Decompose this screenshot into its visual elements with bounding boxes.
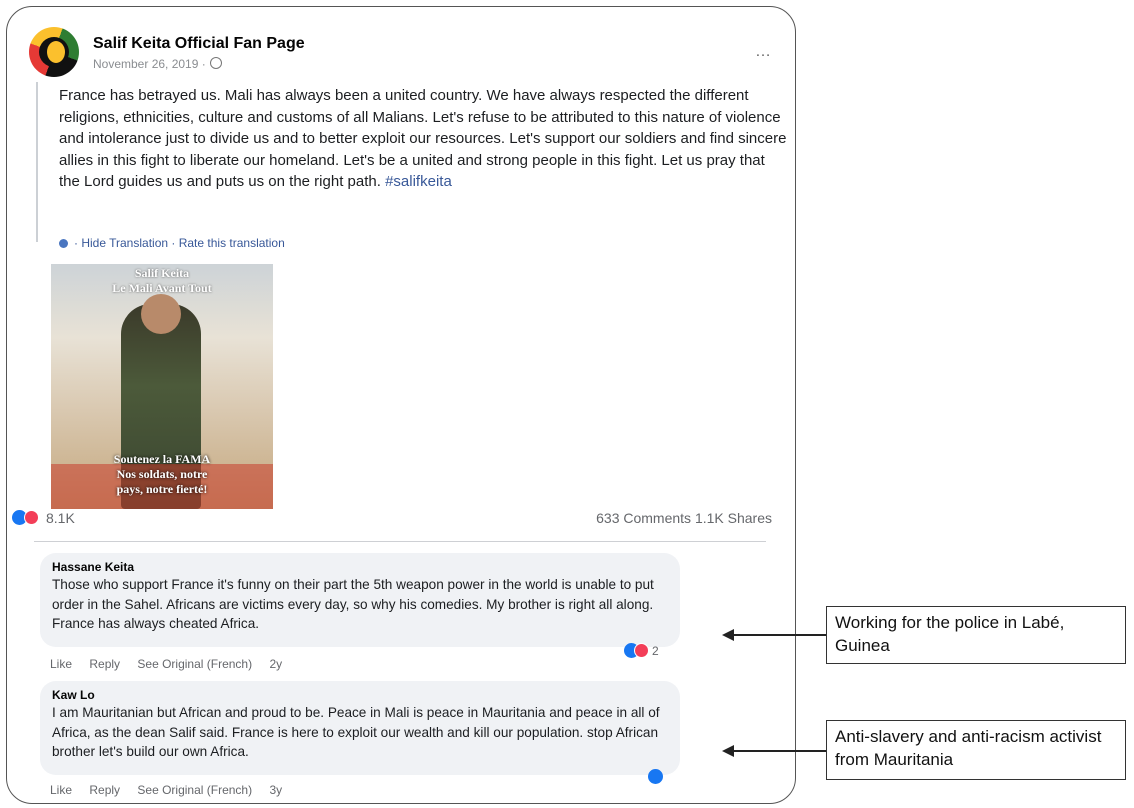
page-avatar[interactable]: [29, 27, 79, 77]
post-date[interactable]: November 26, 2019 ·: [93, 57, 222, 71]
translation-links[interactable]: · Hide Translation · Rate this translati…: [59, 236, 285, 250]
reply-button[interactable]: Reply: [89, 783, 120, 797]
reaction-count[interactable]: 8.1K: [46, 510, 75, 526]
translation-bar: [36, 82, 38, 242]
avatar-inner-face: [47, 41, 65, 63]
like-button[interactable]: Like: [50, 657, 72, 671]
comment-bubble: Kaw Lo I am Mauritanian but African and …: [40, 681, 680, 775]
see-original-link[interactable]: See Original (French): [137, 657, 252, 671]
comment-author[interactable]: Kaw Lo: [52, 688, 668, 702]
love-reaction-icon: [24, 510, 39, 525]
reaction-row: 8.1K 633 Comments 1.1K Shares: [12, 508, 772, 528]
comment-reactions[interactable]: [648, 768, 663, 786]
like-reaction-icon: [648, 769, 663, 785]
comment-author[interactable]: Hassane Keita: [52, 560, 668, 574]
hashtag-link[interactable]: #salifkeita: [385, 173, 452, 190]
like-button[interactable]: Like: [50, 783, 72, 797]
post-date-text: November 26, 2019 ·: [93, 57, 206, 71]
post-image[interactable]: Salif Keita Le Mali Avant Tout Soutenez …: [51, 264, 273, 509]
see-original-link[interactable]: See Original (French): [137, 783, 252, 797]
annotation-box: Anti-slavery and anti-racism activist fr…: [826, 720, 1126, 780]
reply-button[interactable]: Reply: [89, 657, 120, 671]
comment-text: I am Mauritanian but African and proud t…: [52, 705, 660, 759]
annotation-arrowhead: [722, 745, 734, 757]
comment-age[interactable]: 3y: [269, 783, 282, 797]
annotation-arrow: [734, 750, 826, 752]
image-caption-top: Salif Keita Le Mali Avant Tout: [112, 266, 212, 295]
translation-links-text: · Hide Translation · Rate this translati…: [74, 236, 285, 250]
annotation-arrow: [734, 634, 826, 636]
comment-bubble: Hassane Keita Those who support France i…: [40, 553, 680, 647]
image-caption-bottom: Soutenez la FAMA Nos soldats, notre pays…: [113, 452, 211, 496]
image-head: [141, 294, 181, 334]
comment-actions: Like Reply See Original (French) 2y: [50, 657, 296, 671]
comment-reaction-count: 2: [652, 643, 659, 658]
page-name[interactable]: Salif Keita Official Fan Page: [93, 35, 305, 53]
annotation-arrowhead: [722, 629, 734, 641]
annotation-box: Working for the police in Labé, Guinea: [826, 606, 1126, 664]
comment-text: Those who support France it's funny on t…: [52, 577, 654, 631]
more-options-icon[interactable]: …: [755, 43, 772, 61]
post-text: France has betrayed us. Mali has always …: [59, 85, 789, 193]
gear-icon: [59, 239, 68, 248]
globe-icon: [209, 57, 222, 69]
comment-reactions[interactable]: 2: [624, 642, 659, 660]
comment-age[interactable]: 2y: [269, 657, 282, 671]
divider: [34, 541, 766, 542]
comments-shares[interactable]: 633 Comments 1.1K Shares: [596, 510, 772, 526]
comment-actions: Like Reply See Original (French) 3y: [50, 783, 296, 797]
love-reaction-icon: [634, 643, 649, 659]
